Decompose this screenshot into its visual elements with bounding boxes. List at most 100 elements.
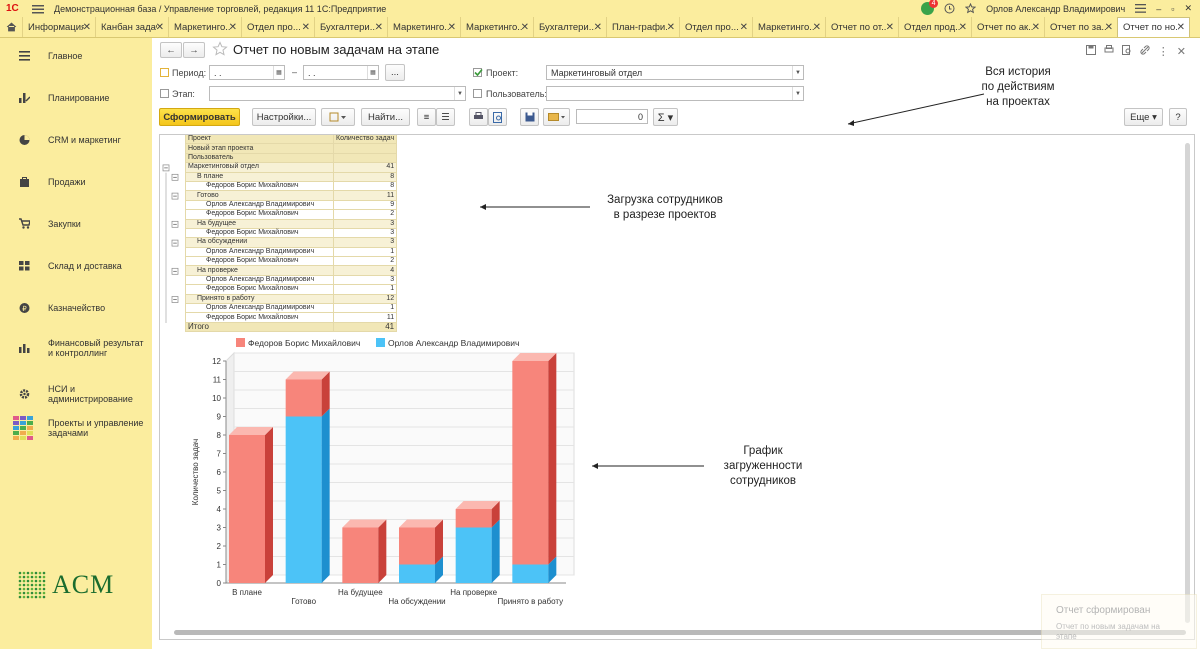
more-menu-icon[interactable]: ⋮ [1158, 45, 1169, 58]
close-tab-icon[interactable]: ✕ [375, 22, 383, 33]
calendar-icon[interactable]: ▦ [273, 66, 284, 79]
print-icon[interactable] [1104, 45, 1114, 58]
sidebar-item[interactable]: Планирование [0, 92, 152, 104]
close-tab-icon[interactable]: ✕ [448, 22, 456, 33]
close-window-icon[interactable]: ✕ [1184, 3, 1192, 14]
stage-field[interactable]: ▼ [209, 86, 466, 101]
generate-button[interactable]: Сформировать [159, 108, 240, 126]
forward-button[interactable]: → [183, 42, 205, 58]
user-field[interactable]: ▼ [546, 86, 804, 101]
sidebar-item[interactable]: Финансовый результат и контроллинг [0, 338, 152, 358]
warehouse-icon [0, 260, 48, 272]
sidebar-item[interactable]: Склад и доставка [0, 260, 152, 272]
sidebar-item[interactable]: Главное [0, 50, 152, 62]
settings-button[interactable]: Настройки... [252, 108, 316, 126]
close-tab-icon[interactable]: ✕ [302, 22, 310, 33]
period-select-button[interactable]: ... [385, 64, 405, 81]
settings-lines-icon[interactable] [1135, 4, 1147, 13]
link-icon[interactable] [1140, 45, 1150, 58]
expand-groups-icon[interactable]: ☰ [436, 108, 455, 126]
project-field[interactable]: Маркетинговый отдел ▼ [546, 65, 804, 80]
print-button[interactable] [469, 108, 488, 126]
close-tab-icon[interactable]: ✕ [156, 22, 164, 33]
tab[interactable]: План-графи... ✕ [606, 17, 679, 37]
table-row: Маркетинговый отдел 41 [185, 162, 398, 173]
close-tab-icon[interactable]: ✕ [1177, 22, 1185, 33]
sidebar-item[interactable]: НСИ и администрирование [0, 384, 152, 404]
close-tab-icon[interactable]: ✕ [83, 22, 91, 33]
save-report-button[interactable] [520, 108, 539, 126]
close-tab-icon[interactable]: ✕ [959, 22, 967, 33]
period-to-field[interactable]: . . ▦ [303, 65, 379, 80]
tab[interactable]: Отдел про... ✕ [679, 17, 752, 37]
close-tab-icon[interactable]: ✕ [886, 22, 894, 33]
notifications-icon[interactable]: 4 [921, 0, 939, 15]
tab[interactable]: Информация ✕ [22, 17, 95, 37]
tab[interactable]: Маркетинго... ✕ [387, 17, 460, 37]
collapse-groups-icon[interactable]: ≡ [417, 108, 436, 126]
user-checkbox[interactable] [473, 89, 482, 98]
tab[interactable]: Отчет по за... ✕ [1044, 17, 1117, 37]
tab[interactable]: Отдел про... ✕ [241, 17, 314, 37]
preview-icon[interactable] [1121, 45, 1132, 58]
tab[interactable]: Маркетинго... ✕ [460, 17, 533, 37]
star-icon[interactable] [965, 3, 977, 14]
close-tab-icon[interactable]: ✕ [740, 22, 748, 33]
main-menu-icon[interactable] [32, 4, 44, 14]
table-header-cell: Проект [185, 135, 334, 145]
history-icon[interactable] [944, 3, 955, 14]
project-checkbox[interactable] [473, 68, 483, 77]
close-tab-icon[interactable]: ✕ [521, 22, 529, 33]
send-mail-button[interactable] [543, 108, 570, 126]
tab[interactable]: Маркетинго... ✕ [752, 17, 825, 37]
variants-button[interactable] [321, 108, 355, 126]
sum-icon[interactable]: Σ ▾ [653, 108, 678, 126]
tab[interactable]: Отдел прод... ✕ [898, 17, 971, 37]
find-button[interactable]: Найти... [361, 108, 410, 126]
close-tab-icon[interactable]: ✕ [1105, 22, 1113, 33]
sidebar-item[interactable]: Закупки [0, 218, 152, 230]
close-tab-icon[interactable]: ✕ [813, 22, 821, 33]
sidebar-item-label: Главное [48, 51, 83, 61]
minimize-icon[interactable]: – [1156, 4, 1161, 14]
help-button[interactable]: ? [1169, 108, 1187, 126]
table-row: На проверке 4 [185, 265, 398, 276]
vertical-scrollbar[interactable] [1185, 143, 1190, 623]
tab[interactable]: Бухгалтери... ✕ [533, 17, 606, 37]
tab[interactable]: Отчет по но... ✕ [1117, 17, 1190, 37]
user-name[interactable]: Орлов Александр Владимирович [986, 4, 1125, 14]
favorite-star-icon[interactable] [212, 41, 228, 57]
tab[interactable]: Отчет по ак... ✕ [971, 17, 1044, 37]
tab[interactable]: Отчет по от... ✕ [825, 17, 898, 37]
stage-checkbox[interactable] [160, 89, 169, 98]
more-button[interactable]: Еще ▾ [1124, 108, 1163, 126]
close-tab-icon[interactable]: ✕ [594, 22, 602, 33]
sidebar-item[interactable]: CRM и маркетинг [0, 134, 152, 146]
close-tab-icon[interactable]: ✕ [229, 22, 237, 33]
calendar-icon[interactable]: ▦ [367, 66, 378, 79]
period-checkbox[interactable] [160, 68, 169, 77]
notification-toast[interactable]: Отчет сформирован Отчет по новым задачам… [1041, 594, 1197, 649]
tab[interactable]: Маркетинго... ✕ [168, 17, 241, 37]
restore-icon[interactable]: ▫ [1171, 4, 1174, 14]
preview-button[interactable] [488, 108, 507, 126]
horizontal-scrollbar[interactable] [174, 630, 1186, 635]
tab[interactable]: Бухгалтери... ✕ [314, 17, 387, 37]
tab[interactable]: Канбан задач ✕ [95, 17, 168, 37]
sidebar-item[interactable]: Продажи [0, 176, 152, 188]
sidebar-item[interactable]: ₽ Казначейство [0, 302, 152, 314]
close-tab-icon[interactable]: ✕ [1032, 22, 1040, 33]
close-form-icon[interactable]: ✕ [1177, 45, 1186, 58]
chevron-down-icon[interactable]: ▼ [792, 87, 803, 100]
close-tab-icon[interactable]: ✕ [667, 22, 675, 33]
chevron-down-icon[interactable]: ▼ [454, 87, 465, 100]
sidebar-item[interactable]: Проекты и управление задачами [0, 416, 152, 440]
sidebar-item-label: Проекты и управление задачами [48, 418, 144, 438]
home-icon[interactable] [0, 17, 22, 37]
chevron-down-icon[interactable]: ▼ [792, 66, 803, 79]
period-from-field[interactable]: . . ▦ [209, 65, 285, 80]
save-icon[interactable] [1085, 45, 1096, 58]
sum-field[interactable]: 0 [576, 109, 648, 124]
back-button[interactable]: ← [160, 42, 182, 58]
row-label: Федоров Борис Михайлович [185, 312, 334, 323]
